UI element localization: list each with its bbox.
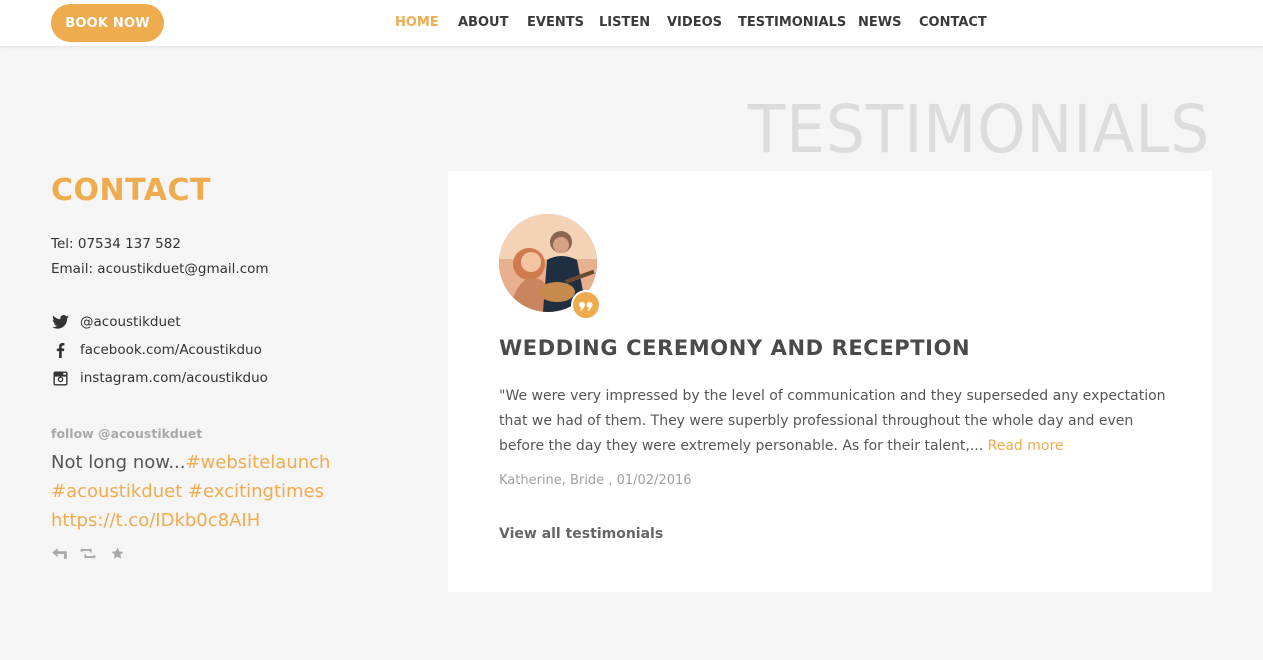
social-instagram[interactable]: instagram.com/acoustikduo xyxy=(51,369,268,387)
read-more-link[interactable]: Read more xyxy=(988,438,1064,454)
tweet-actions xyxy=(51,545,125,561)
facebook-link: facebook.com/Acoustikduo xyxy=(80,342,262,358)
tweet-hashtag-acoustikduet[interactable]: #acoustikduet xyxy=(51,481,182,502)
twitter-follow-link[interactable]: follow @acoustikduet xyxy=(51,426,202,441)
twitter-handle: @acoustikduet xyxy=(80,314,181,330)
nav-news[interactable]: NEWS xyxy=(858,15,901,30)
testimonial-body: "We were very impressed by the level of … xyxy=(499,384,1169,459)
section-heading: TESTIMONIALS xyxy=(747,91,1210,168)
social-twitter[interactable]: @acoustikduet xyxy=(51,313,181,331)
contact-tel[interactable]: Tel: 07534 137 582 xyxy=(51,236,181,252)
nav-videos[interactable]: VIDEOS xyxy=(667,15,722,30)
testimonial-text: "We were very impressed by the level of … xyxy=(499,388,1166,454)
nav-home[interactable]: HOME xyxy=(395,15,439,30)
nav-testimonials[interactable]: TESTIMONIALS xyxy=(738,15,846,30)
instagram-link: instagram.com/acoustikduo xyxy=(80,370,268,386)
tweet-link[interactable]: https://t.co/IDkb0c8AIH xyxy=(51,510,260,531)
nav-listen[interactable]: LISTEN xyxy=(599,15,650,30)
contact-title: CONTACT xyxy=(51,173,211,208)
retweet-icon[interactable] xyxy=(80,545,96,561)
social-facebook[interactable]: facebook.com/Acoustikduo xyxy=(51,341,262,359)
testimonial-author: Katherine, Bride , 01/02/2016 xyxy=(499,473,692,488)
twitter-icon xyxy=(51,313,69,331)
nav-events[interactable]: EVENTS xyxy=(527,15,584,30)
tweet-text: Not long now... xyxy=(51,452,186,473)
site-header: BOOK NOW HOME ABOUT EVENTS LISTEN VIDEOS… xyxy=(0,0,1263,46)
reply-icon[interactable] xyxy=(51,545,67,561)
contact-email[interactable]: Email: acoustikduet@gmail.com xyxy=(51,261,269,277)
book-now-button[interactable]: BOOK NOW xyxy=(51,4,164,42)
view-all-testimonials-link[interactable]: View all testimonials xyxy=(499,526,663,542)
latest-tweet: Not long now...#websitelaunch #acoustikd… xyxy=(51,448,351,535)
nav-about[interactable]: ABOUT xyxy=(458,15,508,30)
nav-contact[interactable]: CONTACT xyxy=(919,15,987,30)
favorite-icon[interactable] xyxy=(109,545,125,561)
tweet-hashtag-excitingtimes[interactable]: #excitingtimes xyxy=(188,481,324,502)
instagram-icon xyxy=(51,369,69,387)
testimonial-card: WEDDING CEREMONY AND RECEPTION "We were … xyxy=(448,171,1212,592)
facebook-icon xyxy=(51,341,69,359)
tweet-hashtag-websitelaunch[interactable]: #websitelaunch xyxy=(185,452,330,473)
testimonial-title: WEDDING CEREMONY AND RECEPTION xyxy=(499,336,971,360)
quote-icon xyxy=(571,290,601,320)
